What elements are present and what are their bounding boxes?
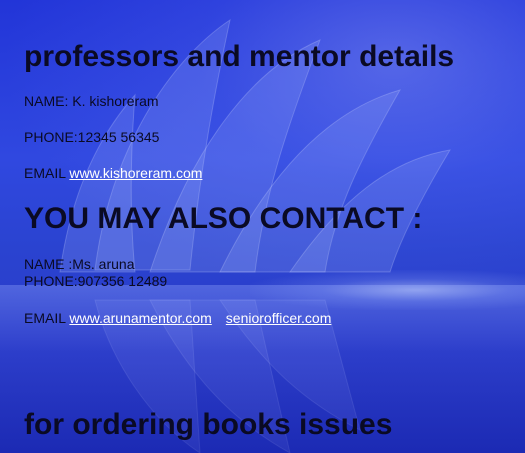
contact-name: NAME :Ms. aruna (24, 256, 135, 272)
contact-email-label: EMAIL (24, 310, 66, 326)
orders-heading: for ordering books issues (24, 408, 393, 441)
contact-heading: YOU MAY ALSO CONTACT : (24, 202, 423, 235)
contact-email-row: EMAIL www.arunamentor.com seniorofficer.c… (24, 310, 331, 326)
professor-email-link[interactable]: www.kishoreram.com (69, 165, 202, 181)
professor-email-label: EMAIL (24, 165, 66, 181)
contact-email-link-1[interactable]: www.arunamentor.com (69, 310, 211, 326)
contact-email-link-2[interactable]: seniorofficer.com (226, 310, 332, 326)
background-horizon-glow (250, 270, 525, 310)
professor-email-row: EMAIL www.kishoreram.com (24, 165, 202, 181)
professor-name: NAME: K. kishoreram (24, 93, 159, 109)
professor-phone: PHONE:12345 56345 (24, 129, 160, 145)
professors-heading: professors and mentor details (24, 40, 455, 73)
contact-phone: PHONE:907356 12489 (24, 273, 168, 289)
